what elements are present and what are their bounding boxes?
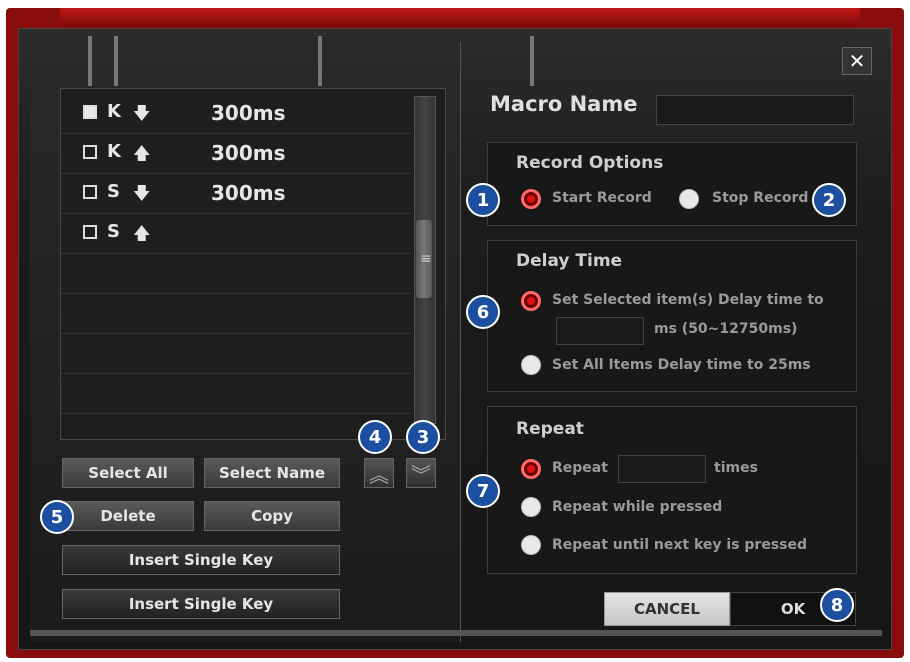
copy-button[interactable]: Copy <box>204 501 340 531</box>
callout-badge: 8 <box>820 588 854 622</box>
repeat-group: Repeat Repeat times Repeat while pressed… <box>487 406 857 574</box>
repeat-until-next-label: Repeat until next key is pressed <box>552 537 808 553</box>
list-item-empty <box>61 253 411 294</box>
item-checkbox[interactable] <box>83 185 97 199</box>
delay-time-group: Delay Time Set Selected item(s) Delay ti… <box>487 240 857 392</box>
delete-button[interactable]: Delete <box>62 501 194 531</box>
repeat-until-next-radio[interactable] <box>521 535 541 555</box>
delay-time-title: Delay Time <box>516 251 623 271</box>
callout-badge: 4 <box>358 420 392 454</box>
list-item[interactable]: K 🡅 300ms <box>61 133 411 174</box>
item-checkbox[interactable] <box>83 105 97 119</box>
item-checkbox[interactable] <box>83 225 97 239</box>
item-key: S <box>107 221 120 242</box>
decor-post <box>88 36 92 86</box>
decor-post <box>318 36 322 86</box>
record-options-title: Record Options <box>516 153 664 173</box>
item-delay: 300ms <box>211 181 286 205</box>
list-item[interactable]: K 🡇 300ms <box>61 93 411 134</box>
insert-single-key-button[interactable]: Insert Single Key <box>62 545 340 575</box>
select-all-button[interactable]: Select All <box>62 458 194 488</box>
item-checkbox[interactable] <box>83 145 97 159</box>
repeat-while-pressed-radio[interactable] <box>521 497 541 517</box>
list-item[interactable]: S 🡅 <box>61 213 411 254</box>
move-up-button[interactable]: ︽ <box>364 458 394 488</box>
item-delay: 300ms <box>211 101 286 125</box>
record-options-group: Record Options Start Record Stop Record <box>487 142 857 226</box>
set-selected-delay-radio[interactable] <box>521 291 541 311</box>
macro-list[interactable]: K 🡇 300ms K 🡅 300ms S 🡇 300ms S 🡅 <box>60 88 446 440</box>
frame-top-bar <box>60 8 860 26</box>
list-item-empty <box>61 373 411 414</box>
callout-badge: 7 <box>466 474 500 508</box>
insert-single-key-button-2[interactable]: Insert Single Key <box>62 589 340 619</box>
repeat-title: Repeat <box>516 419 584 439</box>
arrow-down-icon: 🡇 <box>133 104 151 124</box>
repeat-times-input[interactable] <box>618 455 706 483</box>
item-delay: 300ms <box>211 141 286 165</box>
delay-value-input[interactable] <box>556 317 644 345</box>
callout-badge: 6 <box>466 295 500 329</box>
start-record-radio[interactable] <box>521 189 541 209</box>
close-button[interactable]: ✕ <box>842 47 872 75</box>
callout-badge: 1 <box>466 183 500 217</box>
list-item[interactable]: S 🡇 300ms <box>61 173 411 214</box>
list-item-empty <box>61 333 411 374</box>
callout-badge: 3 <box>406 420 440 454</box>
move-down-button[interactable]: ︾ <box>406 458 436 488</box>
stop-record-label: Stop Record <box>712 190 809 206</box>
grip-icon: ≡ <box>420 251 432 267</box>
callout-badge: 2 <box>812 183 846 217</box>
arrow-down-icon: 🡇 <box>133 184 151 204</box>
start-record-label: Start Record <box>552 190 652 206</box>
stop-record-radio[interactable] <box>679 189 699 209</box>
decor-post <box>530 36 534 86</box>
cancel-button[interactable]: CANCEL <box>604 592 730 626</box>
decor-post <box>114 36 118 86</box>
set-selected-delay-label: Set Selected item(s) Delay time to <box>552 292 824 308</box>
footer-bar <box>30 630 882 636</box>
item-key: K <box>107 101 121 122</box>
arrow-up-icon: 🡅 <box>133 144 151 164</box>
repeat-times-radio[interactable] <box>521 459 541 479</box>
macro-name-label: Macro Name <box>490 92 638 116</box>
arrow-up-icon: 🡅 <box>133 224 151 244</box>
set-all-delay-radio[interactable] <box>521 355 541 375</box>
repeat-label: Repeat <box>552 460 608 476</box>
list-item-empty <box>61 293 411 334</box>
delay-range-label: ms (50~12750ms) <box>654 321 798 337</box>
item-key: K <box>107 141 121 162</box>
callout-badge: 5 <box>40 500 74 534</box>
set-all-delay-label: Set All Items Delay time to 25ms <box>552 357 811 373</box>
select-name-button[interactable]: Select Name <box>204 458 340 488</box>
repeat-while-pressed-label: Repeat while pressed <box>552 499 723 515</box>
item-key: S <box>107 181 120 202</box>
times-label: times <box>714 460 758 476</box>
macro-name-input[interactable] <box>656 95 854 125</box>
